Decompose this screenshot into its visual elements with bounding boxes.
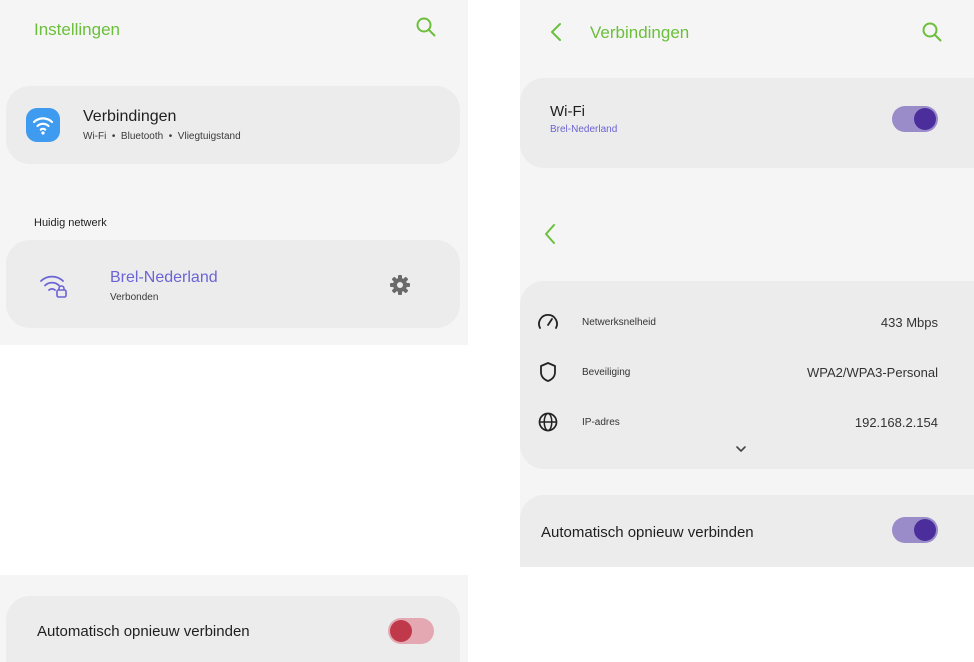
wifi-card[interactable]: Wi-Fi Brel-Nederland: [520, 78, 974, 168]
toggle-knob: [914, 519, 936, 541]
toggle-knob: [914, 108, 936, 130]
connections-subtitle: Wi-Fi • Bluetooth • Vliegtuigstand: [83, 131, 241, 142]
connections-card[interactable]: Verbindingen Wi-Fi • Bluetooth • Vliegtu…: [6, 86, 460, 164]
back-arrow-icon[interactable]: [548, 21, 564, 43]
network-name: Brel-Nederland: [110, 269, 218, 286]
detail-value: 192.168.2.154: [854, 415, 938, 430]
detail-label: Beveiliging: [582, 367, 631, 378]
network-status: Verbonden: [110, 292, 159, 303]
page-title-connections: Verbindingen: [590, 23, 690, 42]
search-icon[interactable]: [920, 20, 944, 44]
section-label-current-network: Huidig netwerk: [34, 217, 107, 229]
globe-icon: [537, 411, 559, 433]
speed-gauge-icon: [537, 312, 559, 332]
auto-reconnect-label: Automatisch opnieuw verbinden: [541, 524, 754, 541]
auto-reconnect-toggle[interactable]: [892, 517, 938, 543]
wifi-toggle[interactable]: [892, 106, 938, 132]
connections-title: Verbindingen: [83, 108, 177, 125]
toggle-knob: [390, 620, 412, 642]
current-network-card[interactable]: Brel-Nederland Verbonden: [6, 240, 460, 328]
auto-reconnect-card-left[interactable]: Automatisch opnieuw verbinden: [6, 596, 460, 662]
detail-label: Netwerksnelheid: [582, 317, 656, 328]
auto-reconnect-label: Automatisch opnieuw verbinden: [37, 623, 250, 640]
wifi-network-name: Brel-Nederland: [550, 124, 618, 135]
auto-reconnect-card-right[interactable]: Automatisch opnieuw verbinden: [520, 495, 974, 567]
back-arrow-icon[interactable]: [542, 222, 558, 246]
chevron-down-icon[interactable]: [734, 444, 748, 454]
detail-value: 433 Mbps: [880, 315, 938, 330]
search-icon[interactable]: [414, 15, 438, 39]
wifi-title: Wi-Fi: [550, 103, 585, 120]
wifi-app-icon: [26, 108, 60, 142]
detail-label: IP-adres: [582, 417, 620, 428]
network-details-card: Netwerksnelheid 433 Mbps Beveiliging WPA…: [520, 281, 974, 469]
settings-gear-icon[interactable]: [388, 273, 412, 297]
page-title: Instellingen: [34, 20, 121, 39]
wifi-locked-icon: [38, 270, 68, 300]
shield-icon: [538, 361, 558, 383]
detail-value: WPA2/WPA3-Personal: [806, 365, 938, 380]
auto-reconnect-toggle[interactable]: [388, 618, 434, 644]
